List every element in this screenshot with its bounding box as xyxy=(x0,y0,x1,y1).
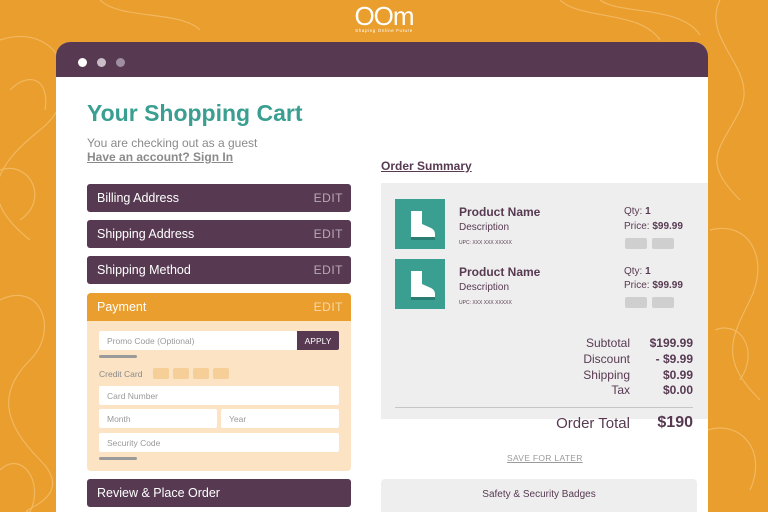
discount-label: Discount xyxy=(583,352,630,366)
step-shipping-method[interactable]: Shipping Method EDIT xyxy=(87,256,351,284)
product-action-button[interactable] xyxy=(652,297,674,308)
product-action-button[interactable] xyxy=(625,297,647,308)
product-price: Price: $99.99 xyxy=(624,221,683,232)
step-label: Review & Place Order xyxy=(97,486,220,500)
logo-mark: OOm xyxy=(354,1,414,31)
qty-label: Qty: xyxy=(624,266,643,277)
product-upc: UPC: XXX XXX XXXXX xyxy=(459,300,512,306)
shipping-label: Shipping xyxy=(583,368,630,382)
order-total-label: Order Total xyxy=(556,415,630,432)
boot-icon xyxy=(411,271,435,300)
product-name: Product Name xyxy=(459,205,541,219)
step-label: Payment xyxy=(97,300,147,314)
edit-billing-button[interactable]: EDIT xyxy=(314,191,343,205)
promo-hint-line xyxy=(99,355,137,358)
price-label: Price: xyxy=(624,280,650,291)
edit-shipping-method-button[interactable]: EDIT xyxy=(314,263,343,277)
tax-label: Tax xyxy=(611,383,630,397)
guest-notice: You are checking out as a guest xyxy=(87,136,258,150)
edit-payment-button[interactable]: EDIT xyxy=(314,300,343,314)
promo-code-input[interactable]: Promo Code (Optional) xyxy=(99,331,297,350)
product-qty: Qty: 1 xyxy=(624,266,651,277)
totals-divider xyxy=(395,407,693,408)
subtotal-label: Subtotal xyxy=(585,336,630,350)
order-total-value: $190 xyxy=(657,414,693,431)
page-title: Your Shopping Cart xyxy=(87,100,303,126)
security-code-input[interactable]: Security Code xyxy=(99,433,339,452)
save-for-later-link[interactable]: SAVE FOR LATER xyxy=(507,453,583,463)
qty-value: 1 xyxy=(645,206,651,217)
product-upc: UPC: XXX XXX XXXXX xyxy=(459,240,512,246)
price-label: Price: xyxy=(624,221,650,232)
step-label: Billing Address xyxy=(97,191,179,205)
window-dot-minimize[interactable] xyxy=(97,58,106,67)
month-input[interactable]: Month xyxy=(99,409,217,428)
step-review-place-order[interactable]: Review & Place Order xyxy=(87,479,351,507)
product-description: Description xyxy=(459,222,510,233)
product-action-button[interactable] xyxy=(652,238,674,249)
price-value: $99.99 xyxy=(652,221,683,232)
shipping-value: $0.99 xyxy=(662,368,693,382)
product-image xyxy=(395,259,445,309)
brand-logo: OOm Shaping Online Future xyxy=(0,1,768,34)
price-value: $99.99 xyxy=(652,280,683,291)
qty-label: Qty: xyxy=(624,206,643,217)
tax-value: $0.00 xyxy=(662,383,693,397)
payment-panel: Payment EDIT Promo Code (Optional) APPLY… xyxy=(87,293,351,471)
step-label: Shipping Method xyxy=(97,263,191,277)
qty-value: 1 xyxy=(645,266,651,277)
product-image xyxy=(395,199,445,249)
step-shipping-address[interactable]: Shipping Address EDIT xyxy=(87,220,351,248)
product-price: Price: $99.99 xyxy=(624,280,683,291)
sign-in-link[interactable]: Have an account? Sign In xyxy=(87,150,233,164)
card-type-icon[interactable] xyxy=(173,368,189,379)
browser-window: Your Shopping Cart You are checking out … xyxy=(56,42,708,512)
order-summary-title: Order Summary xyxy=(381,159,472,173)
window-dot-maximize[interactable] xyxy=(116,58,125,67)
step-label: Shipping Address xyxy=(97,227,195,241)
window-titlebar xyxy=(56,42,708,77)
card-type-icon[interactable] xyxy=(153,368,169,379)
year-input[interactable]: Year xyxy=(221,409,339,428)
security-badges: Safety & Security Badges xyxy=(381,479,697,512)
card-type-icon[interactable] xyxy=(193,368,209,379)
product-name: Product Name xyxy=(459,265,541,279)
apply-promo-button[interactable]: APPLY xyxy=(297,331,339,350)
window-dot-close[interactable] xyxy=(78,58,87,67)
boot-icon xyxy=(411,211,435,240)
credit-card-label: Credit Card xyxy=(99,369,143,379)
step-payment[interactable]: Payment EDIT xyxy=(87,293,351,321)
product-action-button[interactable] xyxy=(625,238,647,249)
product-description: Description xyxy=(459,282,510,293)
product-qty: Qty: 1 xyxy=(624,206,651,217)
card-number-input[interactable]: Card Number xyxy=(99,386,339,405)
discount-value: - $9.99 xyxy=(655,352,693,366)
logo-tagline: Shaping Online Future xyxy=(355,28,413,33)
order-summary-panel: Product Name Description UPC: XXX XXX XX… xyxy=(381,183,708,432)
card-type-icon[interactable] xyxy=(213,368,229,379)
subtotal-value: $199.99 xyxy=(649,336,693,350)
security-hint-line xyxy=(99,457,137,460)
step-billing-address[interactable]: Billing Address EDIT xyxy=(87,184,351,212)
edit-shipping-address-button[interactable]: EDIT xyxy=(314,227,343,241)
